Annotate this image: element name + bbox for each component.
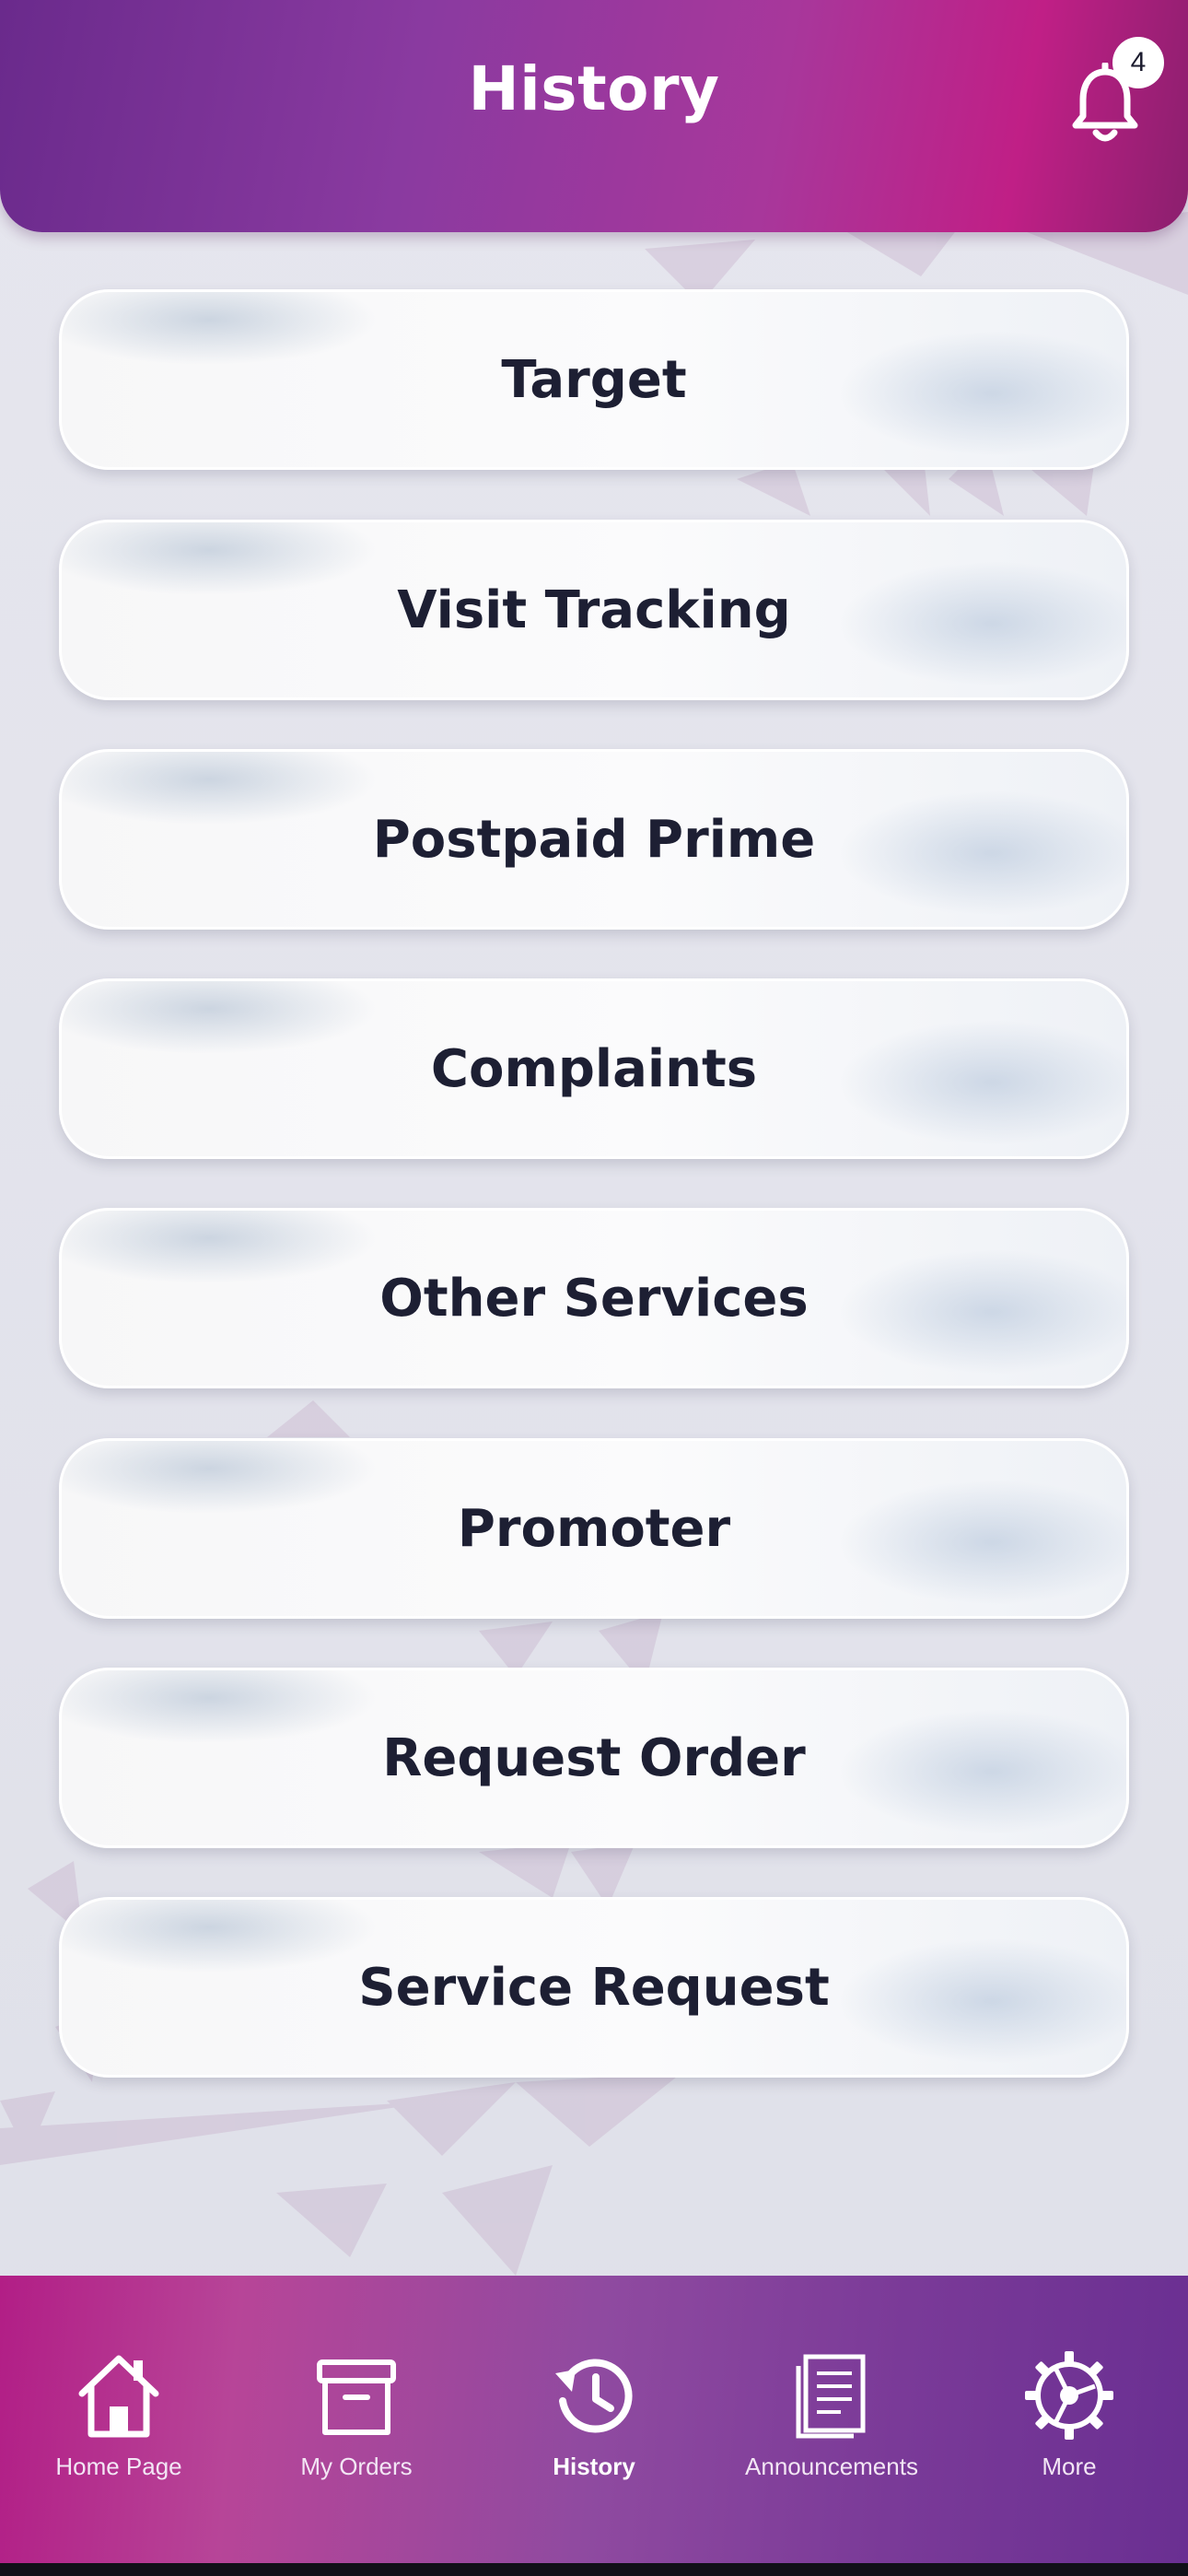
- menu-item-label: Target: [501, 349, 687, 410]
- nav-item-history[interactable]: History: [475, 2276, 713, 2497]
- menu-item-target[interactable]: Target: [59, 289, 1129, 470]
- menu-item-label: Visit Tracking: [397, 580, 791, 640]
- history-menu-list: Target Visit Tracking Postpaid Prime Com…: [0, 0, 1188, 2576]
- nav-item-more[interactable]: More: [950, 2276, 1188, 2497]
- menu-item-label: Postpaid Prime: [372, 809, 816, 870]
- nav-label: My Orders: [300, 2453, 413, 2480]
- nav-label: Announcements: [745, 2453, 918, 2480]
- page-title: History: [468, 53, 720, 124]
- nav-item-announcements[interactable]: Announcements: [713, 2276, 950, 2497]
- notification-badge: 4: [1112, 37, 1164, 88]
- menu-item-visit-tracking[interactable]: Visit Tracking: [59, 520, 1129, 700]
- history-icon: [555, 2359, 633, 2433]
- archive-box-icon: [317, 2359, 396, 2435]
- menu-item-label: Complaints: [430, 1038, 758, 1099]
- menu-item-request-order[interactable]: Request Order: [59, 1668, 1129, 1848]
- menu-item-label: Promoter: [457, 1498, 731, 1559]
- top-app-bar: History: [0, 0, 1188, 232]
- menu-item-label: Service Request: [358, 1957, 830, 2018]
- nav-label: History: [553, 2453, 635, 2480]
- menu-item-complaints[interactable]: Complaints: [59, 978, 1129, 1159]
- nav-item-my-orders[interactable]: My Orders: [238, 2276, 475, 2497]
- document-icon: [796, 2354, 866, 2439]
- nav-label: Home Page: [55, 2453, 182, 2480]
- nav-item-home-page[interactable]: Home Page: [0, 2276, 238, 2497]
- menu-item-other-services[interactable]: Other Services: [59, 1208, 1129, 1388]
- home-indicator-bar: [0, 2563, 1188, 2576]
- menu-item-postpaid-prime[interactable]: Postpaid Prime: [59, 749, 1129, 930]
- menu-item-label: Request Order: [382, 1727, 806, 1788]
- home-icon: [78, 2355, 159, 2438]
- nav-label: More: [1042, 2453, 1097, 2480]
- gear-icon: [1025, 2351, 1113, 2440]
- menu-item-service-request[interactable]: Service Request: [59, 1897, 1129, 2078]
- menu-item-label: Other Services: [379, 1268, 809, 1329]
- menu-item-promoter[interactable]: Promoter: [59, 1438, 1129, 1619]
